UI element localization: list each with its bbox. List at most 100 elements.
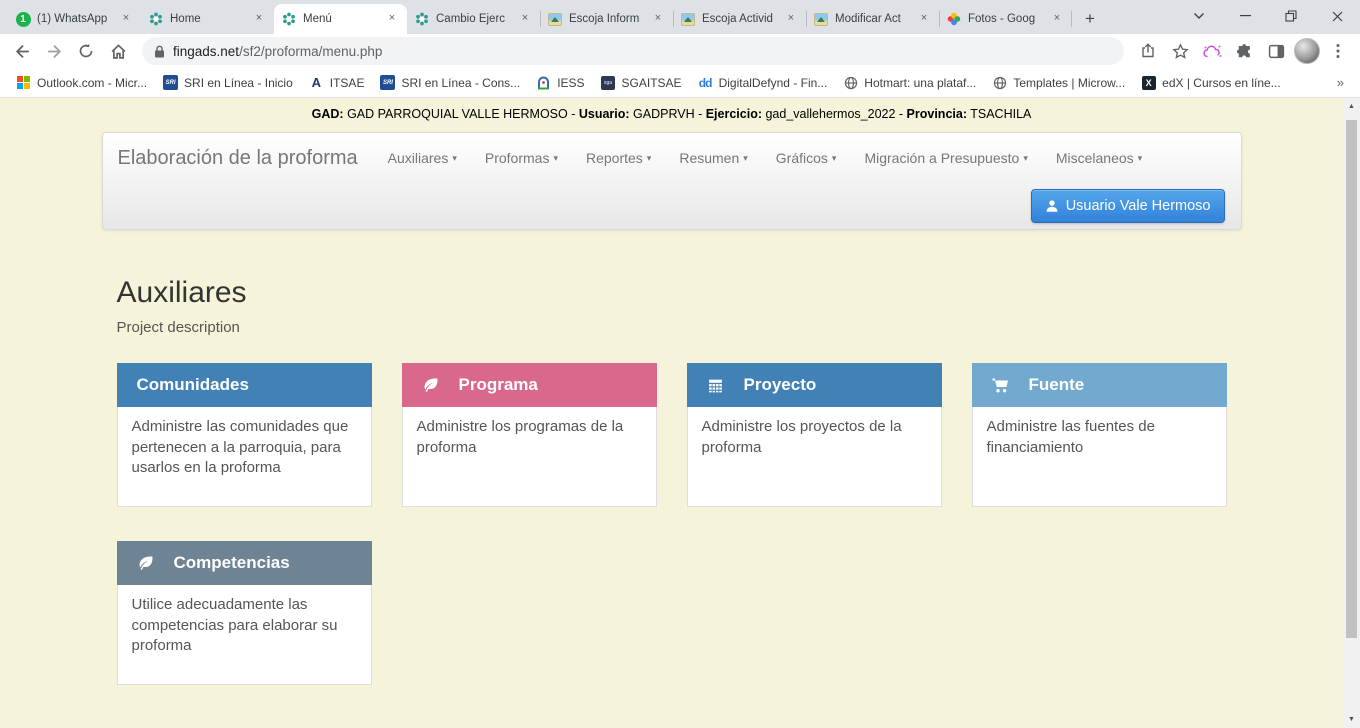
forward-button[interactable] [40,37,68,65]
back-button[interactable] [8,37,36,65]
nav-item-auxiliares[interactable]: Auxiliares▾ [374,140,471,176]
scroll-down-icon[interactable]: ▼ [1343,711,1360,728]
tab-strip: 1 (1) WhatsApp × Home × Menú × Cambio Ej… [0,0,1360,34]
side-panel-icon[interactable] [1262,37,1290,65]
sga-flower-icon [414,11,430,27]
card-title: Competencias [174,553,290,573]
card-fuente[interactable]: Fuente Administre las fuentes de financi… [972,363,1227,507]
scrollbar-thumb[interactable] [1346,120,1357,638]
home-button[interactable] [104,37,132,65]
tab-whatsapp[interactable]: 1 (1) WhatsApp × [8,4,141,34]
card-header[interactable]: Fuente [972,363,1227,407]
share-icon[interactable] [1134,37,1162,65]
close-window-button[interactable] [1314,0,1360,32]
bookmark-outlook[interactable]: Outlook.com - Micr... [10,72,153,93]
page-scrollbar[interactable]: ▲ ▼ [1343,98,1360,728]
tab-title: Fotos - Goog [968,13,1043,25]
nav-item-migracion[interactable]: Migración a Presupuesto▾ [850,140,1041,176]
tab-home[interactable]: Home × [141,4,274,34]
url-text: fingads.net/sf2/proforma/menu.php [173,44,382,59]
cart-icon [992,377,1009,394]
bookmarks-bar: Outlook.com - Micr... SRI SRI en Línea -… [0,68,1360,98]
tab-close-icon[interactable]: × [650,11,666,27]
card-programa[interactable]: Programa Administre los programas de la … [402,363,657,507]
bookmark-star-icon[interactable] [1166,37,1194,65]
app-navbar: Elaboración de la proforma Auxiliares▾ P… [102,132,1242,230]
tab-title: Escoja Inform [569,13,644,25]
weather-extension-icon[interactable] [1198,37,1226,65]
card-description: Utilice adecuadamente las competencias p… [117,585,372,685]
tab-cambio-ejercicio[interactable]: Cambio Ejerc × [407,4,540,34]
tab-close-icon[interactable]: × [118,11,134,27]
tab-close-icon[interactable]: × [916,11,932,27]
bookmark-label: Hotmart: una plataf... [864,76,976,90]
url-path: /sf2/proforma/menu.php [239,44,382,59]
card-header[interactable]: Proyecto [687,363,942,407]
tab-close-icon[interactable]: × [251,11,267,27]
navbar-brand[interactable]: Elaboración de la proforma [118,147,358,170]
landscape-image-icon [680,11,696,27]
globe-icon [992,75,1007,90]
tab-close-icon[interactable]: × [1049,11,1065,27]
microsoft-squares-icon [16,75,31,90]
page-title: Auxiliares [117,276,1227,310]
card-proyecto[interactable]: Proyecto Administre los proyectos de la … [687,363,942,507]
card-grid: Comunidades Administre las comunidades q… [117,363,1227,685]
user-button[interactable]: Usuario Vale Hermoso [1031,189,1225,223]
scroll-up-icon[interactable]: ▲ [1343,98,1360,115]
window-controls [1176,0,1360,32]
bookmark-templates[interactable]: Templates | Microw... [986,72,1131,93]
card-comunidades[interactable]: Comunidades Administre las comunidades q… [117,363,372,507]
tab-modificar-actividad[interactable]: Modificar Act × [806,4,939,34]
bookmark-edx[interactable]: X edX | Cursos en líne... [1135,72,1287,93]
globe-icon [843,75,858,90]
tab-fotos-google[interactable]: Fotos - Goog × [939,4,1072,34]
nav-item-miscelaneos[interactable]: Miscelaneos▾ [1042,140,1156,176]
tab-menu-active[interactable]: Menú × [274,4,407,34]
card-title: Fuente [1029,375,1085,395]
bookmark-itsae[interactable]: A ITSAE [303,72,371,93]
main-content: Auxiliares Project description Comunidad… [102,276,1242,685]
bookmark-label: ITSAE [330,76,365,90]
tab-close-icon[interactable]: × [384,11,400,27]
nav-item-graficos[interactable]: Gráficos▾ [762,140,851,176]
bookmark-sri-inicio[interactable]: SRI SRI en Línea - Inicio [157,72,299,93]
itsae-logo-icon: A [309,75,324,90]
profile-avatar[interactable] [1294,38,1320,64]
navbar-row-user: Usuario Vale Hermoso [103,183,1241,229]
bookmark-digitaldefynd[interactable]: dd DigitalDefynd - Fin... [692,72,834,93]
chevron-down-icon: ▾ [452,153,457,164]
bookmark-sgaitsae[interactable]: sga SGAITSAE [595,72,688,93]
new-tab-button[interactable]: + [1076,5,1104,33]
bookmark-sri-consultas[interactable]: SRI SRI en Línea - Cons... [374,72,526,93]
reload-button[interactable] [72,37,100,65]
lock-icon [154,45,165,58]
tab-search-chevron-icon[interactable] [1176,0,1222,32]
card-header[interactable]: Comunidades [117,363,372,407]
nav-item-reportes[interactable]: Reportes▾ [572,140,665,176]
tab-escoja-informacion[interactable]: Escoja Inform × [540,4,673,34]
bookmark-label: SGAITSAE [622,76,682,90]
bookmark-label: SRI en Línea - Cons... [401,76,520,90]
bookmark-label: Templates | Microw... [1013,76,1125,90]
tab-escoja-actividad[interactable]: Escoja Activid × [673,4,806,34]
sri-logo-icon: SRI [163,75,178,90]
restore-button[interactable] [1268,0,1314,32]
bookmark-iess[interactable]: IESS [530,72,590,93]
more-menu-icon[interactable] [1324,37,1352,65]
tab-close-icon[interactable]: × [517,11,533,27]
extensions-puzzle-icon[interactable] [1230,37,1258,65]
chevron-down-icon: ▾ [553,153,558,164]
card-header[interactable]: Programa [402,363,657,407]
card-competencias[interactable]: Competencias Utilice adecuadamente las c… [117,541,372,685]
bookmarks-overflow-icon[interactable]: » [1331,75,1350,90]
sga-flower-icon [281,11,297,27]
tab-close-icon[interactable]: × [783,11,799,27]
nav-item-proformas[interactable]: Proformas▾ [471,140,572,176]
minimize-button[interactable] [1222,0,1268,32]
nav-item-resumen[interactable]: Resumen▾ [665,140,761,176]
address-bar[interactable]: fingads.net/sf2/proforma/menu.php [142,37,1124,65]
bookmark-hotmart[interactable]: Hotmart: una plataf... [837,72,982,93]
provincia-value: TSACHILA [967,107,1031,121]
card-header[interactable]: Competencias [117,541,372,585]
